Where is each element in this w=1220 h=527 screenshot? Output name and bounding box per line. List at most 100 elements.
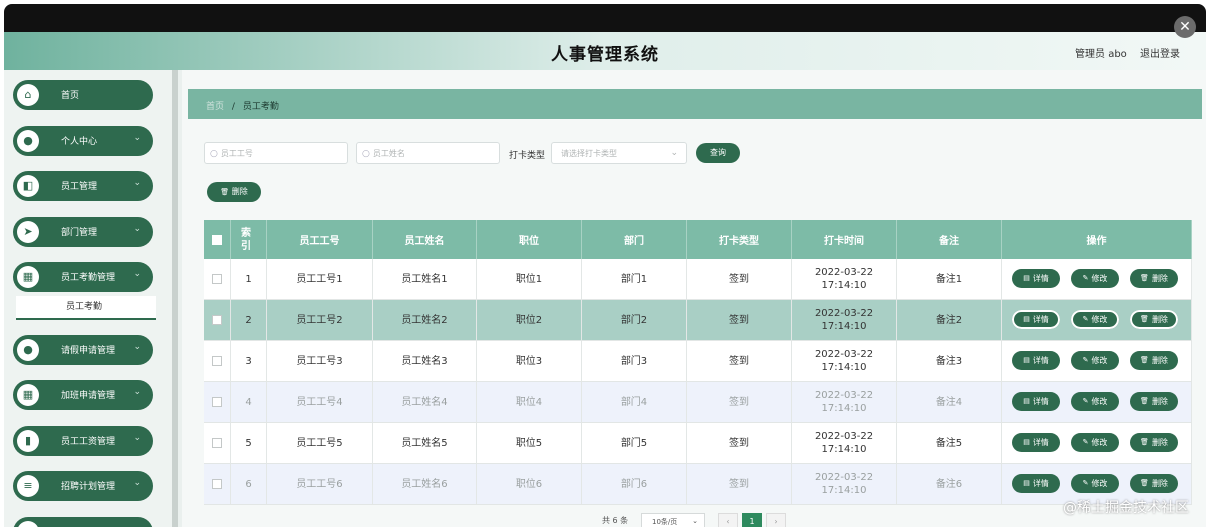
delete-button[interactable]: 🗑 删除 (1130, 474, 1178, 493)
search-button[interactable]: 查询 (696, 143, 740, 163)
row-checkbox[interactable] (212, 438, 222, 448)
breadcrumb: 首页 / 员工考勤 (206, 99, 279, 112)
row-checkbox[interactable] (212, 315, 222, 325)
detail-button[interactable]: ▤ 详情 (1012, 351, 1060, 370)
submenu-item-attendance[interactable]: 员工考勤 (16, 296, 156, 320)
delete-button[interactable]: 🗑 删除 (1130, 351, 1178, 370)
edit-button[interactable]: ✎ 修改 (1071, 351, 1119, 370)
sidebar-item-6[interactable]: ▦ 加班申请管理 ⌄ (13, 380, 153, 410)
edit-icon: ✎ (1082, 397, 1089, 405)
grid-icon: ▦ (17, 384, 39, 406)
edit-icon: ✎ (1082, 356, 1089, 364)
emp-id-input[interactable]: ○ 员工工号 (204, 142, 348, 164)
edit-button[interactable]: ✎ 修改 (1071, 392, 1119, 411)
delete-button[interactable]: 🗑 删除 (1130, 269, 1178, 288)
punch-type-select[interactable]: 请选择打卡类型 ⌄ (551, 142, 687, 164)
cell-emp-name: 员工姓名3 (373, 341, 477, 381)
edit-button[interactable]: ✎ 修改 (1071, 269, 1119, 288)
table-row[interactable]: 1 员工工号1 员工姓名1 职位1 部门1 签到 2022-03-22 17:14:10 备注… (204, 259, 1192, 300)
delete-button-label: 删除 (1151, 315, 1168, 324)
table-row[interactable]: 6 员工工号6 员工姓名6 职位6 部门6 签到 2022-03-22 17:14:10 备注… (204, 464, 1192, 505)
logout-link[interactable]: 退出登录 (1140, 49, 1180, 60)
sidebar-scrollbar[interactable] (172, 70, 178, 527)
punch-type-placeholder: 请选择打卡类型 (561, 149, 617, 158)
row-checkbox-cell[interactable] (204, 300, 231, 340)
row-checkbox[interactable] (212, 397, 222, 407)
sidebar-item-7[interactable]: ▮ 员工工资管理 ⌄ (13, 426, 153, 456)
sidebar-item-1[interactable]: ● 个人中心 ⌄ (13, 126, 153, 156)
detail-button[interactable]: ▤ 详情 (1012, 269, 1060, 288)
emp-id-placeholder: 员工工号 (220, 149, 253, 158)
trash-icon: 🗑 (1140, 315, 1149, 323)
sidebar-item-label: 员工考勤管理 (61, 273, 116, 283)
close-icon[interactable]: ✕ (1174, 16, 1196, 38)
column-header: 操作 (1002, 220, 1192, 259)
row-actions: ▤ 详情 ✎ 修改 🗑 删除 (1002, 300, 1192, 340)
next-page-button[interactable]: › (766, 513, 786, 527)
sidebar-item-8[interactable]: ≡ 招聘计划管理 ⌄ (13, 471, 153, 501)
sidebar-item-3[interactable]: ➤ 部门管理 ⌄ (13, 217, 153, 247)
row-checkbox[interactable] (212, 356, 222, 366)
detail-button[interactable]: ▤ 详情 (1012, 310, 1060, 329)
delete-button-label: 删除 (1151, 438, 1168, 447)
select-all-checkbox-cell[interactable] (204, 220, 231, 259)
cell-punch-type: 签到 (687, 423, 792, 463)
select-all-checkbox[interactable] (212, 234, 222, 245)
sidebar-item-9[interactable]: ▦员工培训管理⌄ (13, 517, 153, 527)
file-icon: ▤ (1023, 438, 1030, 446)
edit-button[interactable]: ✎ 修改 (1071, 433, 1119, 452)
app-title: 人事管理系统 (551, 45, 659, 65)
breadcrumb-home[interactable]: 首页 (206, 102, 224, 112)
chevron-down-icon: ⌄ (133, 224, 141, 234)
cell-emp-id: 员工工号1 (267, 259, 373, 299)
row-checkbox-cell[interactable] (204, 464, 231, 504)
row-checkbox[interactable] (212, 479, 222, 489)
detail-button[interactable]: ▤ 详情 (1012, 433, 1060, 452)
row-checkbox-cell[interactable] (204, 423, 231, 463)
delete-button-label: 删除 (1151, 356, 1168, 365)
table-row[interactable]: 4 员工工号4 员工姓名4 职位4 部门4 签到 2022-03-22 17:14:10 备注… (204, 382, 1192, 423)
sidebar-item-label: 加班申请管理 (61, 391, 116, 401)
page-1-button[interactable]: 1 (742, 513, 762, 527)
delete-button[interactable]: 🗑 删除 (1130, 392, 1178, 411)
column-header: 索引 (231, 220, 267, 259)
table-row[interactable]: 5 员工工号5 员工姓名5 职位5 部门5 签到 2022-03-22 17:14:10 备注… (204, 423, 1192, 464)
edit-button-label: 修改 (1091, 274, 1108, 283)
cell-emp-name: 员工姓名2 (373, 300, 477, 340)
search-button-label: 查询 (710, 148, 726, 157)
emp-name-input[interactable]: ○ 员工姓名 (356, 142, 500, 164)
edit-icon: ✎ (1082, 315, 1089, 323)
cell-note: 备注6 (897, 464, 1002, 504)
detail-button-label: 详情 (1032, 274, 1049, 283)
cell-dept: 部门6 (582, 464, 687, 504)
row-checkbox-cell[interactable] (204, 341, 231, 381)
sidebar: ⌂ 首页 ● 个人中心 ⌄ ◧ 员工管理 ⌄ ➤ 部门管理 ⌄ ▦ 员工考勤管理 ⌄ ● 请假申请管理 ⌄ ▦ 加班… (4, 70, 174, 527)
detail-button-label: 详情 (1032, 479, 1049, 488)
cell-index: 6 (231, 464, 267, 504)
detail-button[interactable]: ▤ 详情 (1012, 392, 1060, 411)
sidebar-item-2[interactable]: ◧ 员工管理 ⌄ (13, 171, 153, 201)
cell-note: 备注1 (897, 259, 1002, 299)
table-row[interactable]: 3 员工工号3 员工姓名3 职位3 部门3 签到 2022-03-22 17:14:10 备注… (204, 341, 1192, 382)
edit-icon: ✎ (1082, 438, 1089, 446)
row-checkbox-cell[interactable] (204, 382, 231, 422)
sidebar-item-4[interactable]: ▦ 员工考勤管理 ⌄ (13, 262, 153, 292)
delete-button[interactable]: 🗑 删除 (1130, 433, 1178, 452)
detail-button[interactable]: ▤ 详情 (1012, 474, 1060, 493)
row-checkbox[interactable] (212, 274, 222, 284)
page-size-select[interactable]: 10条/页 ⌄ (641, 513, 705, 527)
file-icon: ▤ (1023, 356, 1030, 364)
cell-punch-type: 签到 (687, 464, 792, 504)
edit-button[interactable]: ✎ 修改 (1071, 310, 1119, 329)
cell-punch-type: 签到 (687, 300, 792, 340)
edit-button[interactable]: ✎ 修改 (1071, 474, 1119, 493)
prev-page-button[interactable]: ‹ (718, 513, 738, 527)
row-checkbox-cell[interactable] (204, 259, 231, 299)
batch-delete-button[interactable]: 🗑 删除 (207, 182, 261, 202)
sidebar-item-5[interactable]: ● 请假申请管理 ⌄ (13, 335, 153, 365)
delete-button[interactable]: 🗑 删除 (1130, 310, 1178, 329)
sidebar-item-0[interactable]: ⌂ 首页 (13, 80, 153, 110)
column-header: 打卡时间 (792, 220, 897, 259)
sidebar-item-label: 部门管理 (61, 228, 98, 238)
table-row[interactable]: 2 员工工号2 员工姓名2 职位2 部门2 签到 2022-03-22 17:14:10 备注… (204, 300, 1192, 341)
